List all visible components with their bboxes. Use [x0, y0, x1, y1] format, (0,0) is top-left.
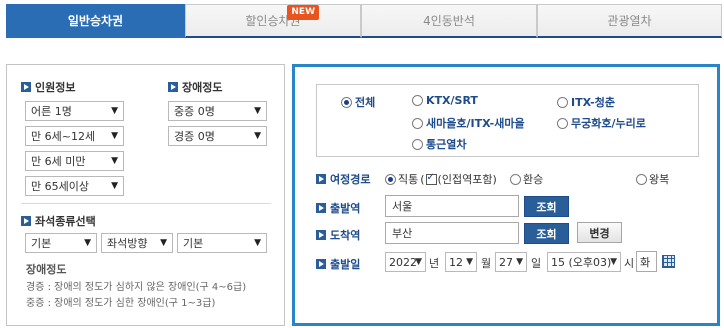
- divider: [21, 203, 271, 204]
- child-count-select[interactable]: 만 6세~12세 ▼: [25, 126, 124, 146]
- seat-option-select-1[interactable]: 기본 ▼: [25, 233, 97, 253]
- chevron-down-icon: ▼: [111, 181, 118, 191]
- arrow-icon: [21, 216, 31, 226]
- severe-disability-select[interactable]: 중증 0명 ▼: [168, 101, 267, 121]
- new-badge: NEW: [287, 5, 319, 20]
- adult-count-select[interactable]: 어른 1명 ▼: [25, 101, 124, 121]
- radio-icon: [412, 95, 423, 106]
- chevron-down-icon: ▼: [516, 257, 523, 267]
- departure-search-button[interactable]: 조회: [524, 196, 569, 217]
- seat-option-select-3[interactable]: 기본 ▼: [177, 233, 267, 253]
- arrow-icon: [316, 259, 326, 269]
- route-transfer-radio[interactable]: 환승: [510, 171, 543, 187]
- train-type-box: 전체 KTX/SRT ITX-청춘 새마을호/ITX-새마을 무궁화호/누리로 …: [316, 84, 699, 157]
- arrow-icon: [168, 82, 178, 92]
- tab-four-person-seat[interactable]: 4인동반석: [361, 4, 537, 38]
- tab-label: 관광열차: [607, 14, 652, 28]
- chevron-down-icon: ▼: [610, 257, 617, 267]
- month-select[interactable]: 12 ▼: [445, 252, 477, 272]
- radio-icon: [557, 96, 568, 108]
- arrow-icon: [316, 230, 326, 240]
- chevron-down-icon: ▼: [111, 131, 118, 141]
- disability-note-title: 장애정도: [26, 263, 67, 276]
- passenger-panel: 인원정보 장애정도 어른 1명 ▼ 만 6세~12세 ▼ 만 6세 미만 ▼ 만 65…: [6, 64, 285, 326]
- departure-station-input[interactable]: 서울: [385, 195, 519, 217]
- train-type-itx-cheongchun[interactable]: ITX-청춘: [557, 94, 615, 110]
- tab-discount-ticket[interactable]: 할인승차권 NEW: [185, 4, 361, 38]
- swap-station-button[interactable]: 변경: [577, 222, 622, 243]
- hour-select[interactable]: 15 (오후03) ▼: [547, 252, 621, 272]
- radio-icon: [510, 173, 521, 185]
- train-type-ktx[interactable]: KTX/SRT: [412, 94, 478, 107]
- train-type-all[interactable]: 전체: [341, 94, 375, 110]
- senior-count-select[interactable]: 만 65세이상 ▼: [25, 176, 124, 196]
- arrival-search-button[interactable]: 조회: [524, 223, 569, 244]
- radio-icon: [412, 117, 423, 129]
- infant-count-select[interactable]: 만 6세 미만 ▼: [25, 151, 124, 171]
- year-unit: 년: [429, 257, 440, 270]
- day-select[interactable]: 27 ▼: [495, 252, 527, 272]
- passenger-section-title: 인원정보: [21, 79, 75, 95]
- nearby-station-checkbox[interactable]: [425, 172, 437, 185]
- train-type-commuter[interactable]: 통근열차: [412, 136, 466, 152]
- severe-note: 중증 : 장애의 정도가 심한 장애인(구 1~3급): [26, 298, 216, 309]
- arrival-station-input[interactable]: 부산: [385, 222, 519, 244]
- departure-label: 출발역: [316, 200, 360, 216]
- mild-disability-select[interactable]: 경증 0명 ▼: [168, 126, 267, 146]
- chevron-down-icon: ▼: [160, 238, 167, 248]
- radio-icon: [412, 138, 423, 150]
- arrow-icon: [316, 203, 326, 213]
- tab-tour-train[interactable]: 관광열차: [537, 4, 722, 38]
- chevron-down-icon: ▼: [111, 156, 118, 166]
- chevron-down-icon: ▼: [466, 257, 473, 267]
- radio-icon: [385, 173, 396, 185]
- tab-label: 4인동반석: [423, 14, 475, 28]
- radio-icon: [341, 96, 352, 108]
- month-unit: 월: [481, 257, 492, 270]
- train-type-mugunghwa[interactable]: 무궁화호/누리로: [557, 115, 646, 131]
- radio-icon: [636, 173, 647, 185]
- seat-type-section-title: 좌석종류선택: [21, 213, 96, 229]
- hour-unit: 시: [624, 257, 635, 270]
- chevron-down-icon: ▼: [415, 257, 422, 267]
- search-panel: 전체 KTX/SRT ITX-청춘 새마을호/ITX-새마을 무궁화호/누리로 …: [292, 64, 720, 326]
- chevron-down-icon: ▼: [84, 238, 91, 248]
- round-trip-radio[interactable]: 왕복: [636, 171, 669, 187]
- tab-label: 일반승차권: [67, 14, 124, 28]
- chevron-down-icon: ▼: [254, 238, 261, 248]
- arrow-icon: [316, 174, 326, 184]
- year-select[interactable]: 2022 ▼: [385, 252, 426, 272]
- arrow-icon: [21, 82, 31, 92]
- tab-general-ticket[interactable]: 일반승차권: [6, 4, 185, 38]
- weekday-display: 화: [636, 251, 657, 272]
- chevron-down-icon: ▼: [254, 131, 261, 141]
- chevron-down-icon: ▼: [111, 106, 118, 116]
- train-type-saemaeul[interactable]: 새마을호/ITX-새마을: [412, 115, 525, 131]
- chevron-down-icon: ▼: [254, 106, 261, 116]
- calendar-icon[interactable]: [662, 255, 675, 268]
- route-direct-radio[interactable]: 직통 ((인접역포함): [385, 171, 497, 187]
- disability-section-title: 장애정도: [168, 79, 222, 95]
- mild-note: 경증 : 장애의 정도가 심하지 않은 장애인(구 4~6급): [26, 282, 247, 293]
- arrival-label: 도착역: [316, 227, 360, 243]
- radio-icon: [557, 117, 568, 129]
- departure-date-label: 출발일: [316, 256, 360, 272]
- route-label: 여정경로: [316, 171, 370, 187]
- day-unit: 일: [531, 257, 542, 270]
- ticket-type-tabs: 일반승차권 할인승차권 NEW 4인동반석 관광열차: [6, 4, 722, 38]
- seat-direction-select[interactable]: 좌석방향 ▼: [101, 233, 173, 253]
